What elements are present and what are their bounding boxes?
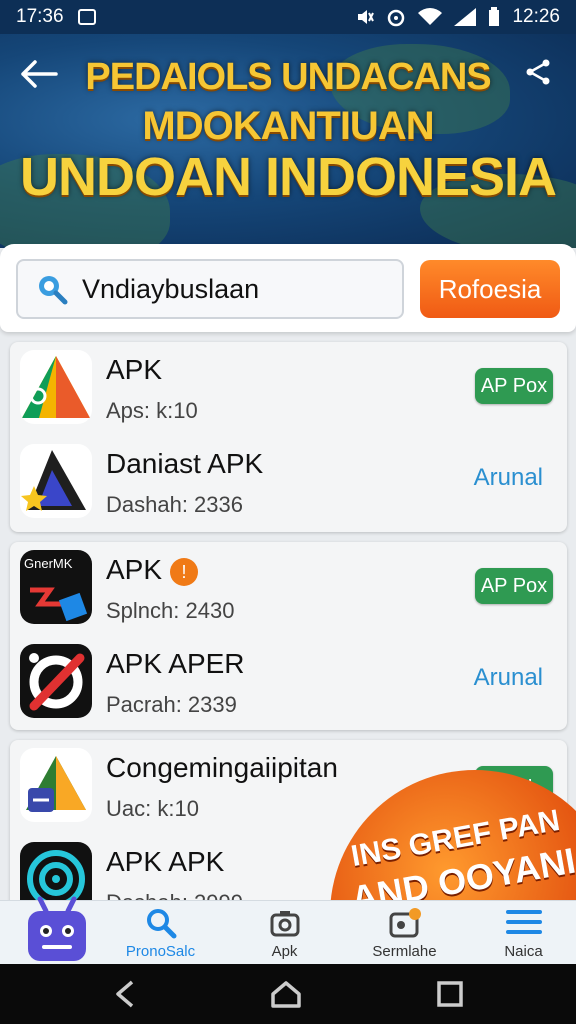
mute-icon xyxy=(358,10,375,24)
search-card: Vndiaybuslaan Rofoesia xyxy=(0,244,576,332)
bottom-navigation: PronoSalc Apk Sermlahe Naica xyxy=(0,896,576,965)
list-item[interactable]: GnerMK APK! Splnch: 2430 AP Pox xyxy=(10,542,567,638)
app-meta: Dashah: 2336 xyxy=(106,492,243,517)
nav-label: Apk xyxy=(271,943,298,960)
app-icon xyxy=(20,748,92,822)
app-icon xyxy=(20,444,92,518)
profile-card-icon xyxy=(389,908,421,938)
alert-badge-icon: ! xyxy=(170,557,199,586)
system-back-icon[interactable] xyxy=(112,980,138,1008)
header-banner: PEDAIOLS UNDACANS MDOKANTIUAN UNDOAN IND… xyxy=(0,34,576,248)
search-input[interactable]: Vndiaybuslaan xyxy=(16,259,404,319)
alarm-icon xyxy=(388,9,405,27)
wifi-icon xyxy=(418,8,443,25)
nav-label: Naica xyxy=(504,943,543,960)
search-icon xyxy=(32,269,72,309)
menu-icon xyxy=(505,910,542,934)
app-icon xyxy=(20,644,92,718)
app-name: APK APK xyxy=(106,846,225,877)
app-icon-label: GnerMK xyxy=(24,556,73,571)
app-action-link[interactable]: Arunal xyxy=(474,664,543,692)
app-icon: GnerMK xyxy=(20,550,92,624)
nav-label: Sermlahe xyxy=(372,943,437,960)
status-time-right: 12:26 xyxy=(512,6,560,27)
banner-title-line-1: PEDAIOLS UNDACANS xyxy=(85,56,491,98)
banner-title-line-3: UNDOAN INDONESIA xyxy=(19,147,557,207)
app-name: Daniast APK xyxy=(106,448,264,479)
app-meta: Uac: k:10 xyxy=(106,796,199,821)
nav-item-naica[interactable]: Naica xyxy=(466,901,576,965)
list-item[interactable]: APK Aps: k:10 AP Pox xyxy=(10,342,567,438)
app-card: APK Aps: k:10 AP Pox Daniast APK Dashah:… xyxy=(10,342,567,532)
battery-icon xyxy=(489,7,500,26)
system-recents-icon[interactable] xyxy=(436,980,464,1008)
search-nav-icon xyxy=(146,909,176,939)
app-name-wrap: APK! xyxy=(106,554,199,586)
notification-icon xyxy=(77,9,96,25)
system-navigation-bar xyxy=(0,964,576,1024)
app-meta: Pacrah: 2339 xyxy=(106,692,237,717)
list-item[interactable]: Daniast APK Dashah: 2336 Arunal xyxy=(10,436,567,532)
app-action-link[interactable]: Arunal xyxy=(474,464,543,492)
app-name: APK xyxy=(106,354,163,385)
app-card: GnerMK APK! Splnch: 2430 AP Pox APK APER… xyxy=(10,542,567,730)
app-name: APK xyxy=(106,554,163,585)
search-value: Vndiaybuslaan xyxy=(82,273,260,304)
app-screen: 17:36 12:26 PEDAIOLS UNDACANS MDOKANTIUA… xyxy=(0,0,576,1024)
app-icon xyxy=(20,350,92,424)
nav-item-apk[interactable]: Apk xyxy=(227,901,342,965)
app-action-button[interactable]: AP Pox xyxy=(475,368,553,404)
banner-title-line-2: MDOKANTIUAN xyxy=(142,104,434,148)
app-name: Congemingaiipitan xyxy=(106,752,338,783)
nav-item-sermlahe[interactable]: Sermlahe xyxy=(347,901,462,965)
system-home-icon[interactable] xyxy=(270,980,302,1008)
app-meta: Aps: k:10 xyxy=(106,398,198,423)
app-name: APK APER xyxy=(106,648,245,679)
app-action-button[interactable]: AP Pox xyxy=(475,568,553,604)
nav-label: PronoSalc xyxy=(125,943,196,960)
search-button[interactable]: Rofoesia xyxy=(420,260,560,318)
list-item[interactable]: APK APER Pacrah: 2339 Arunal xyxy=(10,636,567,732)
android-mascot-icon[interactable] xyxy=(22,889,92,965)
status-time-left: 17:36 xyxy=(16,6,64,27)
nav-item-pronosalc[interactable]: PronoSalc xyxy=(103,901,218,965)
app-meta: Splnch: 2430 xyxy=(106,598,235,623)
signal-icon xyxy=(454,8,477,26)
camera-icon xyxy=(270,911,299,937)
status-bar: 17:36 12:26 xyxy=(0,0,576,34)
